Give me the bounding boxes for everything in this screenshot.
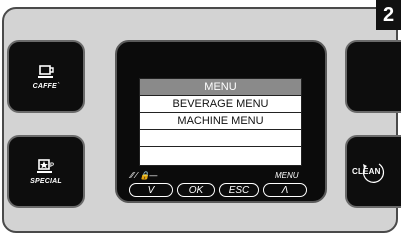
down-key[interactable]: V bbox=[129, 183, 173, 197]
menu-title: MENU bbox=[140, 79, 301, 96]
up-key[interactable]: Λ bbox=[263, 183, 307, 197]
menu-legend: MENU bbox=[275, 171, 299, 180]
beverage-menu-item[interactable]: BEVERAGE MENU bbox=[140, 96, 301, 113]
special-label: SPECIAL bbox=[30, 177, 62, 185]
right-top-button[interactable] bbox=[345, 40, 401, 113]
display-screen: MENU BEVERAGE MENU MACHINE MENU ⁄⁄ ⁄ 🔒— … bbox=[115, 40, 327, 203]
special-star-cup-icon: P bbox=[37, 158, 54, 173]
clean-label: CLEAN bbox=[352, 167, 381, 176]
machine-menu-item[interactable]: MACHINE MENU bbox=[140, 113, 301, 130]
caffe-label: CAFFE` bbox=[32, 82, 60, 90]
clean-button[interactable]: CLEAN bbox=[345, 135, 401, 208]
steam-water-legend: ⁄⁄ ⁄ 🔒— bbox=[131, 171, 158, 180]
ok-key[interactable]: OK bbox=[177, 183, 215, 197]
caffe-button[interactable]: CAFFE` bbox=[7, 40, 85, 113]
esc-key[interactable]: ESC bbox=[219, 183, 259, 197]
coffee-cup-icon bbox=[38, 64, 54, 78]
empty-menu-row bbox=[140, 130, 301, 147]
special-button[interactable]: P SPECIAL bbox=[7, 135, 85, 208]
soft-key-row: V OK ESC Λ bbox=[129, 183, 307, 197]
step-number-badge: 2 bbox=[376, 0, 401, 30]
lcd-menu: MENU BEVERAGE MENU MACHINE MENU bbox=[139, 78, 302, 166]
svg-text:P: P bbox=[50, 163, 54, 169]
